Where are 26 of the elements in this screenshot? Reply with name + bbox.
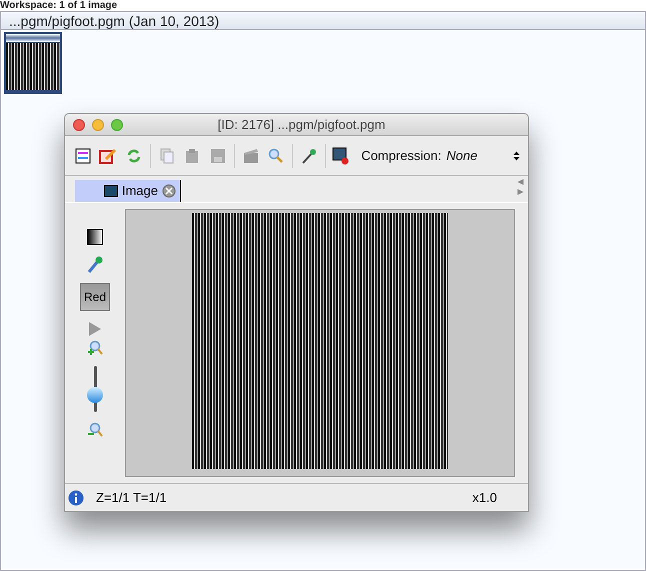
layers-icon[interactable] xyxy=(73,146,93,166)
workspace-title: Workspace: 1 of 1 image xyxy=(0,0,118,11)
workspace-header: ...pgm/pigfoot.pgm (Jan 10, 2013) xyxy=(1,12,645,30)
pipette-icon xyxy=(87,255,103,273)
image-thumbnail[interactable] xyxy=(4,32,62,94)
status-text: Z=1/1 T=1/1 xyxy=(96,488,167,507)
export-image-icon[interactable] xyxy=(332,146,352,166)
window-title: [ID: 2176] ...pgm/pigfoot.pgm xyxy=(216,116,386,134)
zoom-button[interactable] xyxy=(111,118,123,130)
image-tab[interactable]: Image xyxy=(75,180,181,202)
zoom-level: x1.0 xyxy=(472,488,497,507)
channel-button[interactable]: Red xyxy=(80,283,110,311)
minimize-button[interactable] xyxy=(92,118,104,130)
close-button[interactable] xyxy=(73,118,85,130)
zoom-slider[interactable] xyxy=(87,366,103,412)
gradient-icon xyxy=(87,229,103,245)
play-icon xyxy=(88,321,102,337)
thumbnail-image xyxy=(6,43,60,90)
zoom-out-icon xyxy=(87,422,103,438)
zoom-in-icon xyxy=(87,340,103,356)
close-icon xyxy=(162,184,176,198)
compression-select[interactable]: Compression: None xyxy=(361,146,520,166)
scroll-arrows-icon xyxy=(517,178,524,196)
image-icon xyxy=(104,185,118,197)
stepper-icon xyxy=(513,150,520,160)
info-icon xyxy=(68,490,84,506)
